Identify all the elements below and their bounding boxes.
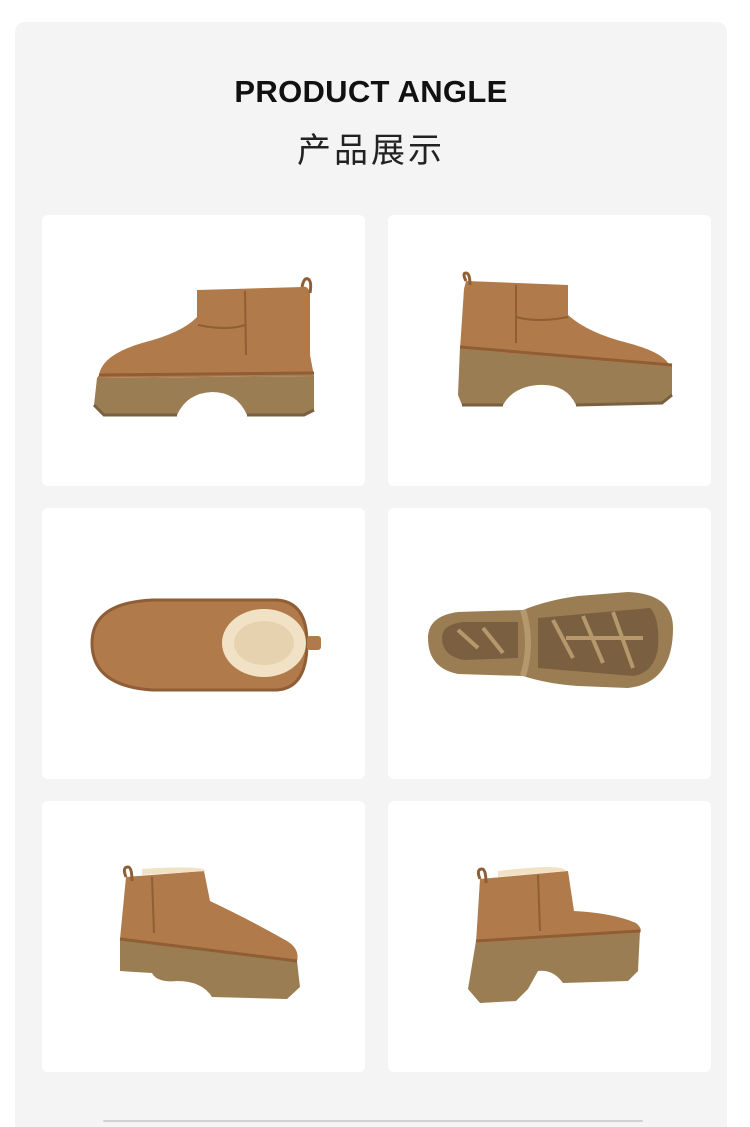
section-title-english: PRODUCT ANGLE bbox=[234, 74, 508, 109]
boot-front-three-quarter-icon bbox=[119, 865, 300, 999]
product-image-three-quarter-front[interactable] bbox=[42, 801, 365, 1072]
boot-top-view-icon bbox=[90, 598, 321, 692]
boot-side-right-icon bbox=[458, 271, 673, 407]
bottom-divider bbox=[103, 1120, 643, 1122]
product-image-side-left[interactable] bbox=[42, 215, 365, 486]
product-image-side-right[interactable] bbox=[388, 215, 711, 486]
section-title-chinese: 产品展示 bbox=[297, 131, 445, 171]
product-angle-section: PRODUCT ANGLE 产品展示 bbox=[15, 22, 727, 1127]
product-image-three-quarter-back[interactable] bbox=[388, 801, 711, 1072]
boot-back-three-quarter-icon bbox=[468, 867, 641, 1003]
boot-sole-icon bbox=[428, 592, 673, 688]
product-image-top-view[interactable] bbox=[42, 508, 365, 779]
boot-side-left-icon bbox=[92, 277, 315, 417]
product-image-sole-view[interactable] bbox=[388, 508, 711, 779]
